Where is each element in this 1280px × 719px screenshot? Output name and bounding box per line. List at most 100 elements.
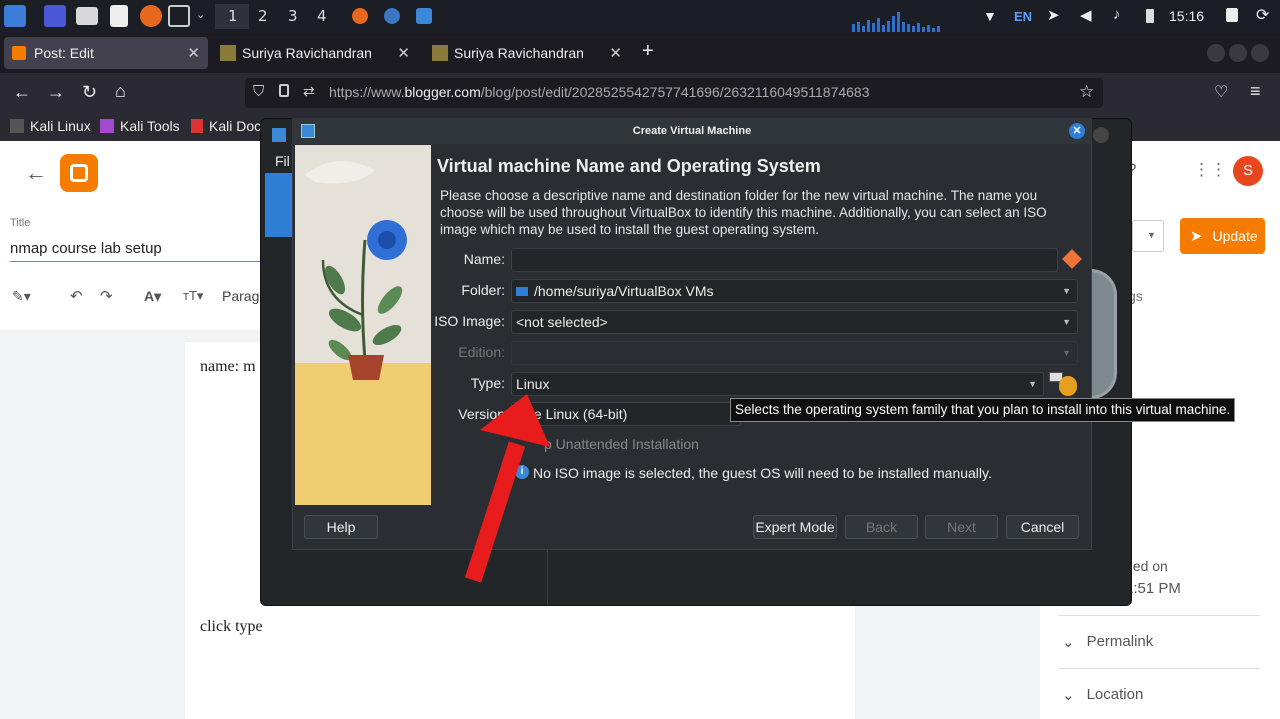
volume-icon[interactable]: ◀ xyxy=(1080,6,1092,24)
skip-unattended-checkbox[interactable]: p Unattended Installation xyxy=(544,436,699,452)
minimize-button[interactable] xyxy=(1207,44,1225,62)
workspace-1[interactable]: 1 xyxy=(228,7,238,25)
dialog-title: Create Virtual Machine xyxy=(632,125,752,137)
redo-icon[interactable]: ↷ xyxy=(100,287,113,305)
close-icon[interactable]: ✕ xyxy=(187,44,200,62)
tab-suriya-1[interactable]: Suriya Ravichandran ✕ xyxy=(212,37,418,69)
permissions-icon[interactable]: ⇄ xyxy=(303,83,315,100)
close-icon[interactable]: ✕ xyxy=(397,44,410,62)
window-control[interactable] xyxy=(1093,127,1109,143)
expert-mode-button[interactable]: Expert Mode xyxy=(753,515,837,539)
post-body-line-1: name: m xyxy=(200,358,256,375)
bookmark-kali-docs[interactable]: Kali Docs xyxy=(191,118,268,134)
forward-icon[interactable]: → xyxy=(47,82,65,103)
help-button[interactable]: Help xyxy=(304,515,378,539)
maximize-button[interactable] xyxy=(1229,44,1247,62)
workspace-3[interactable]: 3 xyxy=(288,7,298,25)
chevron-down-icon: ▼ xyxy=(1028,379,1037,389)
clock[interactable]: 15:16 xyxy=(1169,8,1204,24)
location-section[interactable]: ⌄ Location xyxy=(1062,686,1143,704)
lock-icon[interactable] xyxy=(1226,8,1238,22)
reload-icon[interactable]: ↻ xyxy=(82,82,97,103)
app-window-icon[interactable] xyxy=(384,8,400,24)
tab-label: Suriya Ravichandran xyxy=(242,45,372,61)
chevron-down-icon[interactable]: ⌄ xyxy=(196,8,205,21)
sidebar-selection[interactable] xyxy=(265,173,293,237)
next-button[interactable]: Next xyxy=(925,515,998,539)
firefox-icon[interactable] xyxy=(140,5,162,27)
window-close-button[interactable] xyxy=(1251,44,1269,62)
permalink-section[interactable]: ⌄ Permalink xyxy=(1062,633,1153,651)
url-domain: blogger.com xyxy=(404,84,481,100)
iso-value: <not selected> xyxy=(516,314,608,330)
folder-combobox[interactable]: /home/suriya/VirtualBox VMs ▼ xyxy=(511,279,1078,303)
home-icon[interactable]: ⌂ xyxy=(115,81,126,102)
avatar[interactable]: S xyxy=(1233,156,1263,186)
font-size-icon[interactable]: тT▾ xyxy=(183,288,203,304)
battery-icon[interactable] xyxy=(1146,9,1154,23)
notification-bell-icon[interactable]: ♪ xyxy=(1113,6,1121,23)
close-icon[interactable]: ✕ xyxy=(609,44,622,62)
wifi-icon[interactable]: ▼ xyxy=(983,8,997,24)
workspace-4[interactable]: 4 xyxy=(317,7,327,25)
files-icon[interactable] xyxy=(76,7,98,25)
back-icon[interactable]: ← xyxy=(13,82,31,103)
title-value: nmap course lab setup xyxy=(10,240,162,257)
kali-menu-icon[interactable] xyxy=(4,5,26,27)
desktop-icon[interactable] xyxy=(44,5,66,27)
url-bar[interactable]: ⛉ ⇄ https://www.blogger.com/blog/post/ed… xyxy=(245,78,1103,108)
wizard-illustration xyxy=(295,145,431,505)
lock-icon[interactable] xyxy=(279,84,289,97)
edition-combobox: ▼ xyxy=(511,341,1078,365)
type-combobox[interactable]: Linux ▼ xyxy=(511,372,1044,396)
folder-label: Folder: xyxy=(461,282,505,298)
location-label: Location xyxy=(1086,686,1144,703)
published-time: 1:51 PM xyxy=(1125,580,1181,597)
terminal-icon[interactable] xyxy=(168,5,190,27)
paragraph-dropdown[interactable]: Paragr xyxy=(222,288,264,304)
dialog-heading: Virtual machine Name and Operating Syste… xyxy=(437,156,821,176)
file-menu[interactable]: Fil xyxy=(275,153,290,169)
folder-value: /home/suriya/VirtualBox VMs xyxy=(534,283,714,299)
profile-favicon-icon xyxy=(432,45,448,61)
post-body-line-2: click type xyxy=(200,618,263,635)
permalink-label: Permalink xyxy=(1086,633,1154,650)
close-icon[interactable]: ✕ xyxy=(1069,123,1085,139)
edition-label: Edition: xyxy=(458,344,505,360)
bookmark-kali-tools[interactable]: Kali Tools xyxy=(100,118,180,134)
tab-suriya-2[interactable]: Suriya Ravichandran ✕ xyxy=(424,37,630,69)
firefox-window-icon[interactable] xyxy=(352,8,368,24)
text-color-icon[interactable]: A▾ xyxy=(144,288,161,305)
iso-combobox[interactable]: <not selected> ▼ xyxy=(511,310,1078,334)
preview-dropdown[interactable]: ▼ xyxy=(1132,220,1164,252)
type-value: Linux xyxy=(516,376,550,392)
apps-grid-icon[interactable]: ⋮⋮ xyxy=(1193,160,1227,180)
workspace-2[interactable]: 2 xyxy=(258,7,268,25)
divider xyxy=(1058,668,1260,669)
tab-post-edit[interactable]: Post: Edit ✕ xyxy=(4,37,208,69)
name-label: Name: xyxy=(463,251,505,267)
name-input[interactable] xyxy=(511,248,1058,272)
power-icon[interactable]: ⟳ xyxy=(1256,5,1269,25)
new-tab-button[interactable]: + xyxy=(642,40,654,63)
cancel-button[interactable]: Cancel xyxy=(1006,515,1079,539)
title-label: Title xyxy=(10,217,31,229)
telegram-icon[interactable]: ➤ xyxy=(1047,6,1060,24)
pen-icon[interactable]: ✎▾ xyxy=(12,288,31,305)
menu-icon[interactable]: ≡ xyxy=(1250,81,1261,102)
divider xyxy=(1058,615,1260,616)
undo-icon[interactable]: ↶ xyxy=(70,287,83,305)
shield-icon[interactable]: ⛉ xyxy=(253,83,264,100)
back-button[interactable]: Back xyxy=(845,515,918,539)
bookmark-star-icon[interactable]: ☆ xyxy=(1079,82,1094,102)
virtualbox-window-icon[interactable] xyxy=(416,8,432,24)
back-arrow-icon[interactable]: ← xyxy=(25,160,47,186)
update-button[interactable]: ➤ Update xyxy=(1180,218,1265,254)
bookmark-kali-linux[interactable]: Kali Linux xyxy=(10,118,91,134)
pocket-icon[interactable]: ♡ xyxy=(1214,82,1228,102)
blogger-logo-icon[interactable] xyxy=(60,154,98,192)
title-input[interactable]: nmap course lab setup xyxy=(10,240,260,262)
os-type-icon xyxy=(1049,370,1079,398)
keyboard-layout[interactable]: EN xyxy=(1014,9,1032,24)
document-icon[interactable] xyxy=(110,5,128,27)
